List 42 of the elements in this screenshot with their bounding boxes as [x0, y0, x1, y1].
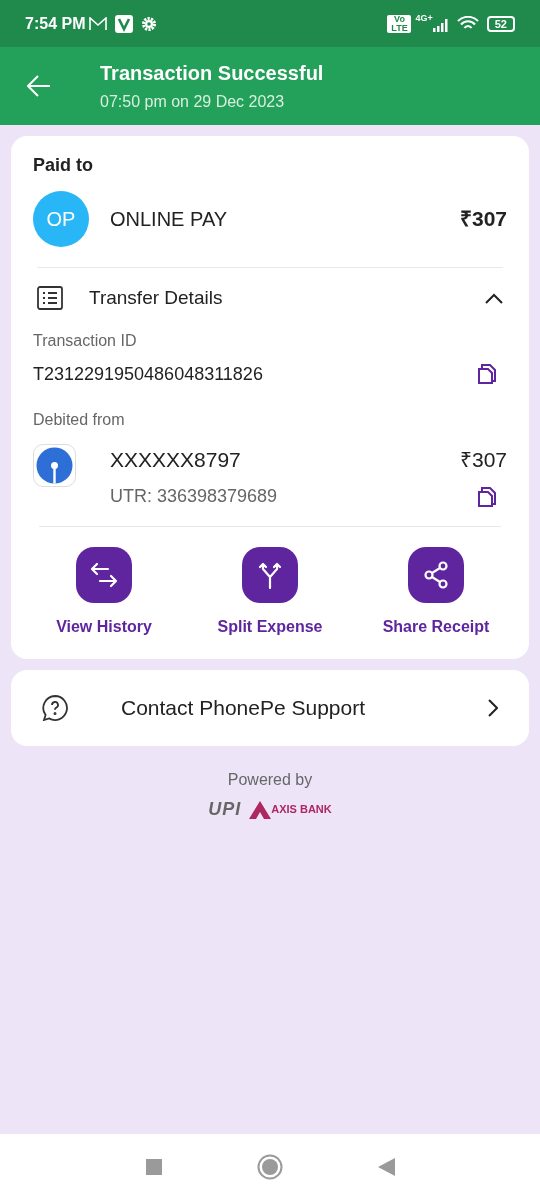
battery-icon: 52	[486, 15, 515, 32]
payee-name: ONLINE PAY	[110, 207, 229, 232]
powered-by-text: Powered by	[227, 770, 313, 790]
support-row[interactable]: Contact PhonePe Support	[11, 670, 529, 746]
split-icon	[242, 547, 298, 603]
network-label: 4G+	[415, 12, 433, 25]
copy-icon[interactable]	[477, 485, 497, 508]
volte-icon: Vo LTE	[387, 14, 412, 33]
action-button[interactable]: Split Expense	[200, 547, 340, 639]
share-icon	[408, 547, 464, 603]
history-icon	[76, 547, 132, 603]
upi-logo: UPI	[208, 798, 242, 821]
action-button[interactable]: View History	[34, 547, 174, 639]
field-label: Transaction ID	[33, 330, 138, 351]
chevron-right-icon	[488, 699, 498, 717]
action-button[interactable]: Share Receipt	[366, 547, 506, 639]
help-chat-icon	[42, 695, 68, 721]
mail-icon	[89, 16, 108, 31]
list-icon	[37, 286, 63, 311]
debited-amount: ₹307	[459, 446, 507, 473]
recents-icon[interactable]	[145, 1159, 162, 1175]
back-arrow-icon[interactable]	[27, 75, 51, 97]
copy-icon[interactable]	[477, 363, 497, 385]
bank-logo-icon	[249, 800, 272, 819]
paid-to-label: Paid to	[32, 154, 94, 177]
app-icon	[115, 14, 134, 33]
header-title: Transaction Successful	[100, 61, 324, 86]
field-label: Debited from	[33, 409, 126, 430]
utr-number: UTR: 336398379689	[110, 485, 278, 508]
clock: 7:54 PM	[25, 13, 86, 34]
back-icon[interactable]	[377, 1158, 395, 1176]
home-icon[interactable]	[256, 1154, 283, 1180]
transfer-details-toggle[interactable]: Transfer Details	[11, 284, 529, 313]
account-number: XXXXXX8797	[110, 446, 241, 473]
signal-icon	[432, 19, 449, 32]
payee-avatar: OP	[33, 191, 89, 247]
transaction-id: T2312291950486048311826	[33, 362, 263, 386]
settings-icon	[141, 15, 158, 32]
paid-amount: ₹307	[459, 206, 507, 233]
header-subtitle: 07:50 pm on 29 Dec 2023	[100, 92, 286, 112]
bank-logo-text: AXIS BANK	[271, 802, 332, 818]
bank-logo-icon	[33, 443, 76, 487]
